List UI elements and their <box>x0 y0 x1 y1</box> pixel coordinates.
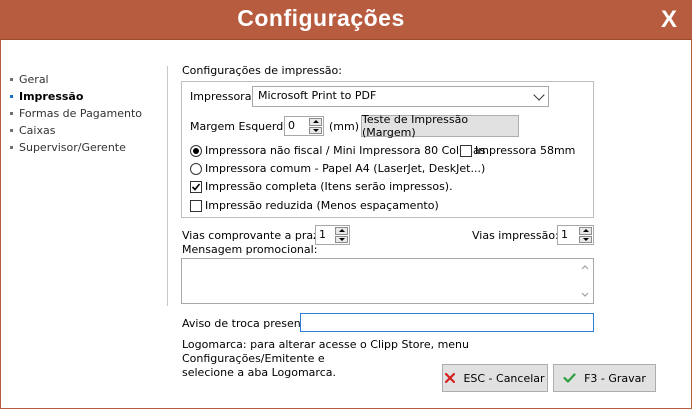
bullet-icon <box>10 78 13 81</box>
stepper-down-icon[interactable] <box>335 235 348 243</box>
print-copies-value: 1 <box>561 228 568 241</box>
radio-common-printer-label: Impressora comum - Papel A4 (LaserJet, D… <box>205 162 486 175</box>
close-button[interactable]: X <box>646 0 692 40</box>
bullet-icon <box>10 129 13 132</box>
printer-label: Impressora: <box>190 90 256 103</box>
chevron-down-icon <box>533 89 545 101</box>
printer-select-value: Microsoft Print to PDF <box>258 89 377 102</box>
title-bar: Configurações X <box>0 0 692 40</box>
stepper-up-icon[interactable] <box>579 227 592 235</box>
radio-common-printer[interactable] <box>190 163 202 175</box>
save-button[interactable]: F3 - Gravar <box>553 364 656 392</box>
check-58mm[interactable] <box>460 145 472 157</box>
nav-item-label: Supervisor/Gerente <box>19 141 126 154</box>
logo-note-line: Logomarca: para alterar acesse o Clipp S… <box>182 338 470 365</box>
print-copies-label: Vias impressão: <box>472 229 559 242</box>
checkmark-icon <box>563 373 576 383</box>
check-reduced-print-label: Impressão reduzida (Menos espaçamento) <box>205 199 439 212</box>
scrollbar[interactable] <box>577 259 593 303</box>
margin-stepper[interactable]: 0 <box>284 116 324 136</box>
save-button-label: F3 - Gravar <box>584 371 646 385</box>
gift-notice-label: Aviso de troca presente <box>182 317 312 330</box>
gift-notice-input[interactable] <box>300 313 594 332</box>
nav-item-label: Caixas <box>19 124 56 137</box>
bullet-icon <box>10 146 13 149</box>
promo-message-textarea[interactable] <box>181 258 594 304</box>
nav-item-impressao[interactable]: Impressão <box>10 88 142 105</box>
nav-item-geral[interactable]: Geral <box>10 71 142 88</box>
print-copies-stepper[interactable]: 1 <box>557 225 594 245</box>
nav-item-supervisor[interactable]: Supervisor/Gerente <box>10 139 142 156</box>
margin-label: Margem Esquerda: <box>190 120 294 133</box>
nav-item-label: Formas de Pagamento <box>19 107 143 120</box>
stepper-up-icon[interactable] <box>335 227 348 235</box>
nav-item-label: Impressão <box>19 90 84 103</box>
radio-non-fiscal-label: Impressora não fiscal / Mini Impressora … <box>205 144 486 157</box>
check-58mm-label: Impressora 58mm <box>475 144 576 157</box>
checkmark-icon <box>191 183 201 191</box>
margin-unit: (mm) <box>329 120 360 133</box>
test-print-button[interactable]: Teste de Impressão (Margem) <box>361 113 519 139</box>
stepper-down-icon[interactable] <box>579 235 592 243</box>
bullet-icon <box>10 112 13 115</box>
window-title: Configurações <box>237 5 405 31</box>
scrollbar-arrows-icon <box>581 265 589 297</box>
check-reduced-print[interactable] <box>190 200 202 212</box>
check-full-print-label: Impressão completa (Itens serão impresso… <box>205 180 453 193</box>
nav-item-label: Geral <box>19 73 49 86</box>
nav-item-caixas[interactable]: Caixas <box>10 122 142 139</box>
settings-nav: Geral Impressão Formas de Pagamento Caix… <box>10 71 142 156</box>
promo-message-label: Mensagem promocional: <box>182 243 318 256</box>
cancel-button-label: ESC - Cancelar <box>463 371 545 385</box>
cancel-button[interactable]: ESC - Cancelar <box>442 364 548 392</box>
close-icon <box>445 373 456 383</box>
stepper-down-icon[interactable] <box>309 126 322 134</box>
check-full-print[interactable] <box>190 181 202 193</box>
bullet-icon <box>10 95 13 98</box>
nav-item-formas-pagamento[interactable]: Formas de Pagamento <box>10 105 142 122</box>
vertical-divider <box>167 66 168 306</box>
stepper-up-icon[interactable] <box>309 118 322 126</box>
margin-value: 0 <box>288 119 295 132</box>
print-section-label: Configurações de impressão: <box>182 64 342 77</box>
installment-copies-stepper[interactable]: 1 <box>315 225 350 245</box>
installment-copies-value: 1 <box>319 228 326 241</box>
radio-non-fiscal[interactable] <box>190 145 202 157</box>
installment-copies-label: Vias comprovante a prazo: <box>182 229 330 242</box>
printer-select[interactable]: Microsoft Print to PDF <box>252 86 549 107</box>
